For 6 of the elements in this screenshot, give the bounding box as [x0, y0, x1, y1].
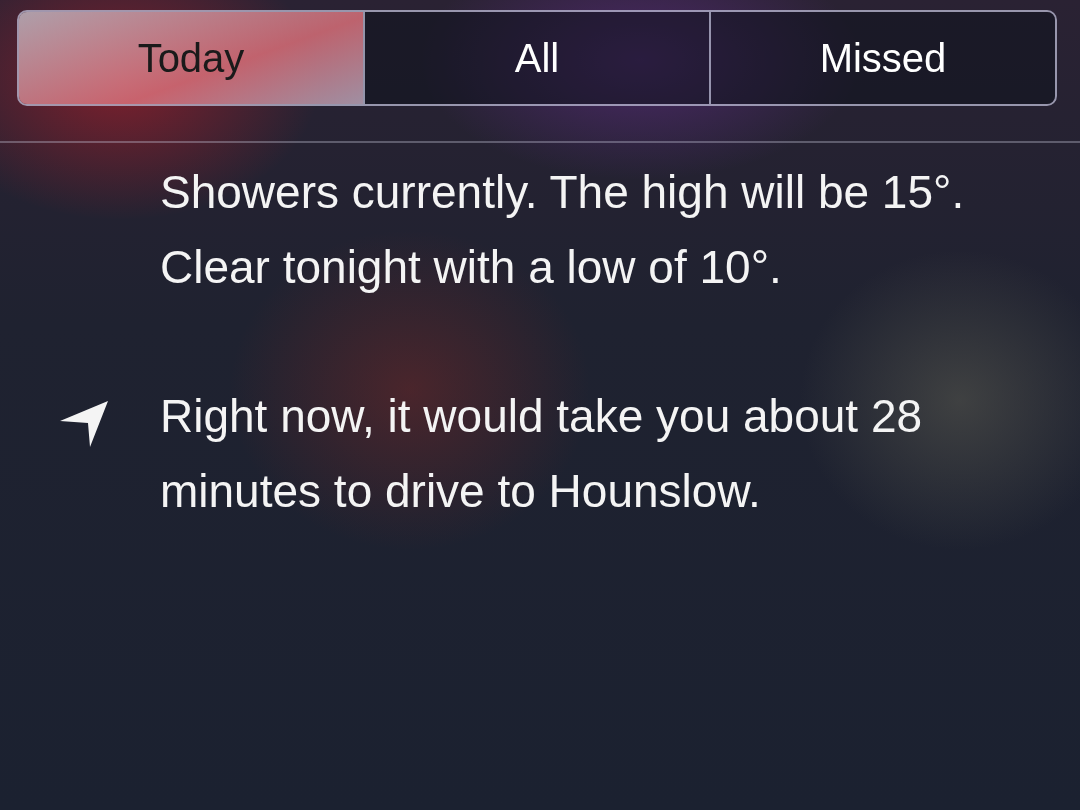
tab[interactable]: Today — [19, 12, 363, 104]
weather-summary-text: Showers currently. The high will be 15°. Clear tonight with a low of 10°. — [160, 165, 966, 295]
tab[interactable]: All — [363, 12, 709, 104]
tab[interactable]: Missed — [709, 12, 1055, 104]
location-arrow-icon — [60, 401, 108, 447]
travel-time-text: Right now, it would take you about 28 minutes to drive to Hounslow. — [160, 389, 924, 519]
